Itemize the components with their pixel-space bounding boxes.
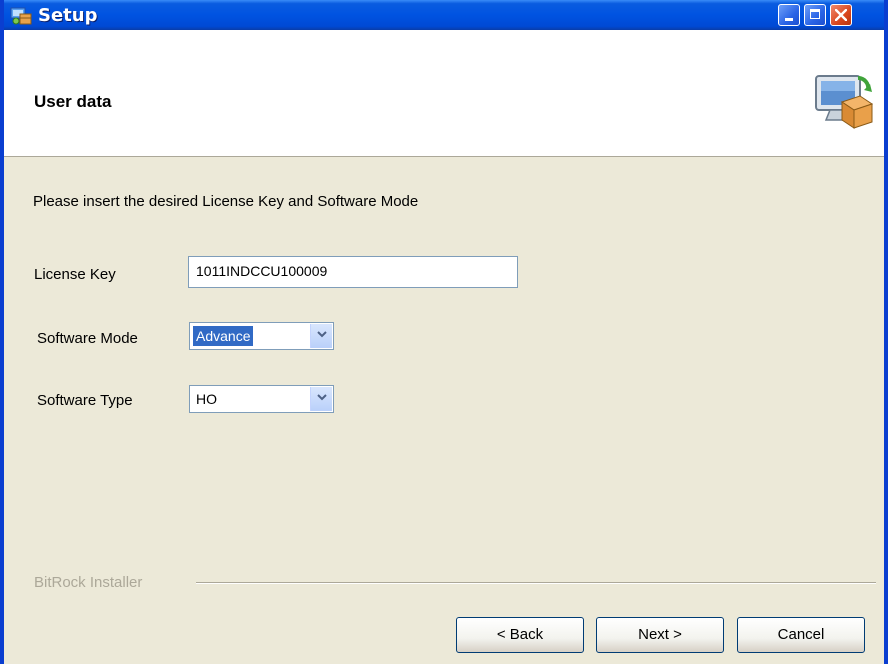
back-button[interactable]: < Back xyxy=(456,617,584,653)
minimize-icon xyxy=(785,18,793,21)
installer-brand-label: BitRock Installer xyxy=(34,574,143,591)
software-mode-dropdown-button[interactable] xyxy=(310,324,332,348)
computer-with-package-icon xyxy=(815,75,874,129)
license-key-input[interactable]: 1011INDCCU100009 xyxy=(188,256,518,288)
window-title: Setup xyxy=(38,5,98,26)
software-type-label: Software Type xyxy=(37,392,133,409)
close-button[interactable] xyxy=(830,4,852,26)
header-panel: User data xyxy=(4,30,884,157)
maximize-button[interactable] xyxy=(804,4,826,26)
software-mode-value: Advance xyxy=(193,326,254,346)
software-mode-select[interactable]: Advance xyxy=(189,322,334,350)
page-title: User data xyxy=(34,92,112,111)
setup-installer-icon xyxy=(10,7,32,25)
chevron-down-icon xyxy=(317,394,327,401)
footer-divider xyxy=(196,582,876,584)
title-bar[interactable]: Setup xyxy=(4,0,884,30)
license-key-label: License Key xyxy=(34,266,116,283)
instruction-text: Please insert the desired License Key an… xyxy=(33,193,419,210)
software-type-select[interactable]: HO xyxy=(189,385,334,413)
software-mode-label: Software Mode xyxy=(37,330,138,347)
minimize-button[interactable] xyxy=(778,4,800,26)
software-type-value: HO xyxy=(196,391,217,407)
chevron-down-icon xyxy=(317,331,327,338)
setup-window: Setup User data Please insert the desire… xyxy=(0,0,888,664)
maximize-icon xyxy=(810,9,820,19)
cancel-button[interactable]: Cancel xyxy=(737,617,865,653)
software-type-dropdown-button[interactable] xyxy=(310,387,332,411)
next-button[interactable]: Next > xyxy=(596,617,724,653)
close-icon xyxy=(835,9,847,21)
